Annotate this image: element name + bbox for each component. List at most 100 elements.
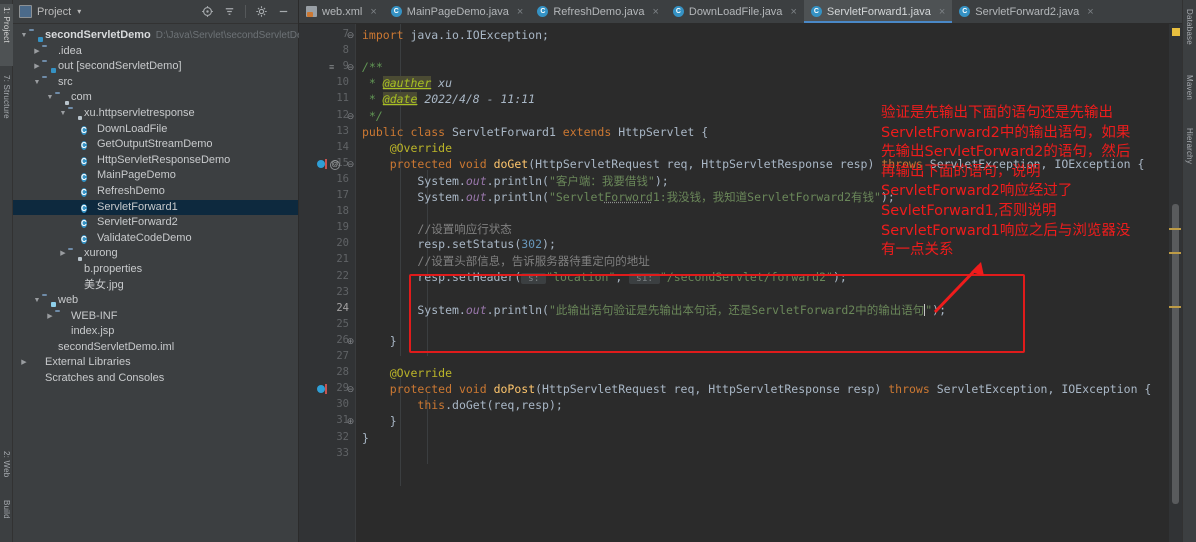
close-icon[interactable]: ×: [652, 6, 658, 18]
marker-stripe[interactable]: [1169, 228, 1181, 230]
project-tree-item[interactable]: ▶ WEB-INF: [13, 309, 298, 325]
tool-window-tab-project[interactable]: 1: Project: [0, 4, 13, 66]
run-method-icon[interactable]: [317, 384, 327, 395]
code-line[interactable]: System.out.println("此输出语句验证是先输出本句话，还是Ser…: [362, 302, 946, 318]
project-tree-item[interactable]: 美女.jpg: [13, 278, 298, 294]
line-number: 18: [336, 205, 349, 218]
project-tree-item[interactable]: index.jsp: [13, 324, 298, 340]
tool-window-tab-structure[interactable]: 7: Structure: [0, 72, 13, 144]
code-line[interactable]: protected void doPost(HttpServletRequest…: [362, 382, 1152, 396]
collapse-all-icon[interactable]: [223, 5, 236, 18]
project-tree-item[interactable]: C MainPageDemo: [13, 168, 298, 184]
code-line[interactable]: */: [362, 109, 383, 123]
editor-tab[interactable]: C DownLoadFile.java ×: [665, 0, 804, 23]
code-fold-icon[interactable]: ⊖: [346, 111, 355, 121]
project-tree-item[interactable]: secondServletDemo.iml: [13, 340, 298, 356]
code-line[interactable]: }: [362, 334, 397, 348]
code-line[interactable]: resp.setHeader( s: "location", s1: "/sec…: [362, 270, 847, 284]
code-line[interactable]: }: [362, 431, 369, 445]
expand-arrow-down-icon[interactable]: ▼: [45, 90, 55, 106]
project-tree-item[interactable]: ▶ out [secondServletDemo]: [13, 59, 298, 75]
close-icon[interactable]: ×: [1087, 6, 1093, 18]
warning-marker-icon[interactable]: [1172, 28, 1180, 36]
project-tree-item[interactable]: ▶ External Libraries: [13, 355, 298, 371]
expand-arrow-right-icon[interactable]: ▶: [45, 309, 55, 325]
override-method-icon[interactable]: @: [330, 159, 340, 170]
project-tree-item[interactable]: ▼ secondServletDemo D:\Java\Servlet\second…: [13, 28, 311, 44]
locate-icon[interactable]: [201, 5, 214, 18]
project-tree-item[interactable]: C ValidateCodeDemo: [13, 231, 298, 247]
expand-arrow-down-icon[interactable]: ▼: [32, 75, 42, 91]
editor-gutter[interactable]: 7 8 9 10 11 12 13 14 15 16 17 18 19 20 21 22 23 24 25 26 27 2…: [299, 24, 355, 542]
source-folder-icon: [42, 76, 55, 89]
editor-tab[interactable]: C ServletForward2.java ×: [952, 0, 1101, 23]
project-tree-item[interactable]: b.properties: [13, 262, 298, 278]
hide-panel-icon[interactable]: [277, 5, 290, 18]
project-tree-item[interactable]: C DownLoadFile: [13, 122, 298, 138]
code-line[interactable]: * @date 2022/4/8 - 11:11: [362, 92, 535, 107]
code-line[interactable]: //设置头部信息，告诉服务器待重定向的地址: [362, 253, 649, 269]
editor-tab-bar[interactable]: web.xml × C MainPageDemo.java × C RefreshDemo.…: [299, 0, 1182, 24]
code-line[interactable]: @Override: [362, 141, 452, 155]
close-icon[interactable]: ×: [939, 6, 945, 18]
code-line[interactable]: import java.io.IOException;: [362, 28, 549, 42]
editor-tab[interactable]: web.xml ×: [299, 0, 384, 23]
gear-icon[interactable]: [255, 5, 268, 18]
tool-window-tab-maven[interactable]: Maven: [1183, 72, 1196, 116]
project-tree-item[interactable]: C HttpServletResponseDemo: [13, 153, 298, 169]
project-tree-item[interactable]: C ServletForward2: [13, 215, 298, 231]
code-fold-icon[interactable]: ⊕: [346, 336, 355, 346]
editor-tab[interactable]: C RefreshDemo.java ×: [530, 0, 666, 23]
code-line[interactable]: this.doGet(req,resp);: [362, 398, 562, 412]
expand-arrow-right-icon[interactable]: ▶: [58, 246, 68, 262]
editor-marker-track[interactable]: [1169, 24, 1182, 542]
project-tree-item[interactable]: C GetOutputStreamDemo: [13, 137, 298, 153]
code-line[interactable]: }: [362, 414, 397, 428]
expand-arrow-down-icon[interactable]: ▼: [32, 293, 42, 309]
project-tree-item[interactable]: Scratches and Consoles: [13, 371, 298, 387]
chevron-down-icon[interactable]: ▾: [77, 7, 81, 16]
close-icon[interactable]: ×: [517, 6, 523, 18]
tool-window-tab-build[interactable]: Build: [0, 497, 13, 535]
marker-stripe[interactable]: [1169, 252, 1181, 254]
run-method-icon[interactable]: [317, 158, 327, 170]
tool-window-tab-web[interactable]: 2: Web: [0, 448, 13, 490]
code-line[interactable]: System.out.println("客户端：我要借钱");: [362, 173, 668, 189]
code-content[interactable]: import java.io.IOException; /** * @auther…: [356, 24, 1182, 542]
project-tree-item[interactable]: C ServletForward1: [13, 199, 298, 216]
code-line[interactable]: /**: [362, 60, 383, 74]
editor-tab[interactable]: C MainPageDemo.java ×: [383, 0, 531, 23]
expand-arrow-right-icon[interactable]: ▶: [19, 355, 29, 371]
project-tree-item[interactable]: ▼ com: [13, 90, 298, 106]
editor-scrollbar-thumb[interactable]: [1172, 204, 1179, 504]
project-tree-item[interactable]: ▼ src: [13, 75, 298, 91]
expand-arrow-right-icon[interactable]: ▶: [32, 59, 42, 75]
tool-window-tab-hierarchy[interactable]: Hierarchy: [1183, 125, 1196, 191]
code-line[interactable]: System.out.println("ServletForword1:我没钱，…: [362, 189, 894, 205]
code-fold-icon[interactable]: ⊕: [346, 417, 355, 426]
marker-stripe[interactable]: [1169, 306, 1181, 308]
code-fold-icon[interactable]: ⊖: [346, 31, 355, 40]
project-tree-item[interactable]: ▼ web: [13, 293, 298, 309]
code-fold-icon[interactable]: ⊖: [346, 385, 355, 394]
code-editor[interactable]: 7 8 9 10 11 12 13 14 15 16 17 18 19 20 21 22 23 24 25 26 27 2…: [299, 24, 1182, 542]
expand-arrow-down-icon[interactable]: ▼: [58, 106, 68, 122]
close-icon[interactable]: ×: [370, 6, 376, 18]
expand-arrow-right-icon[interactable]: ▶: [32, 44, 42, 60]
editor-tab[interactable]: C ServletForward1.java ×: [803, 0, 953, 23]
tool-window-tab-database[interactable]: Database: [1183, 6, 1196, 68]
close-icon[interactable]: ×: [790, 6, 796, 18]
code-fold-icon[interactable]: ⊖: [346, 63, 355, 72]
project-tree-item[interactable]: ▶ .idea: [13, 44, 298, 60]
code-line[interactable]: * @auther xu: [362, 76, 452, 91]
code-line[interactable]: //设置响应行状态: [362, 221, 511, 237]
code-line[interactable]: resp.setStatus(302);: [362, 237, 556, 251]
project-tree-item[interactable]: ▼ xu.httpservletresponse: [13, 106, 298, 122]
project-tree[interactable]: ▼ secondServletDemo D:\Java\Servlet\second…: [13, 24, 311, 387]
project-tree-item[interactable]: C RefreshDemo: [13, 184, 298, 200]
code-line[interactable]: public class ServletForward1 extends Htt…: [362, 125, 708, 139]
expand-arrow-down-icon[interactable]: ▼: [19, 28, 29, 44]
project-tree-item[interactable]: ▶ xurong: [13, 246, 298, 262]
code-line[interactable]: @Override: [362, 366, 452, 380]
code-fold-icon[interactable]: ⊖: [346, 159, 355, 169]
